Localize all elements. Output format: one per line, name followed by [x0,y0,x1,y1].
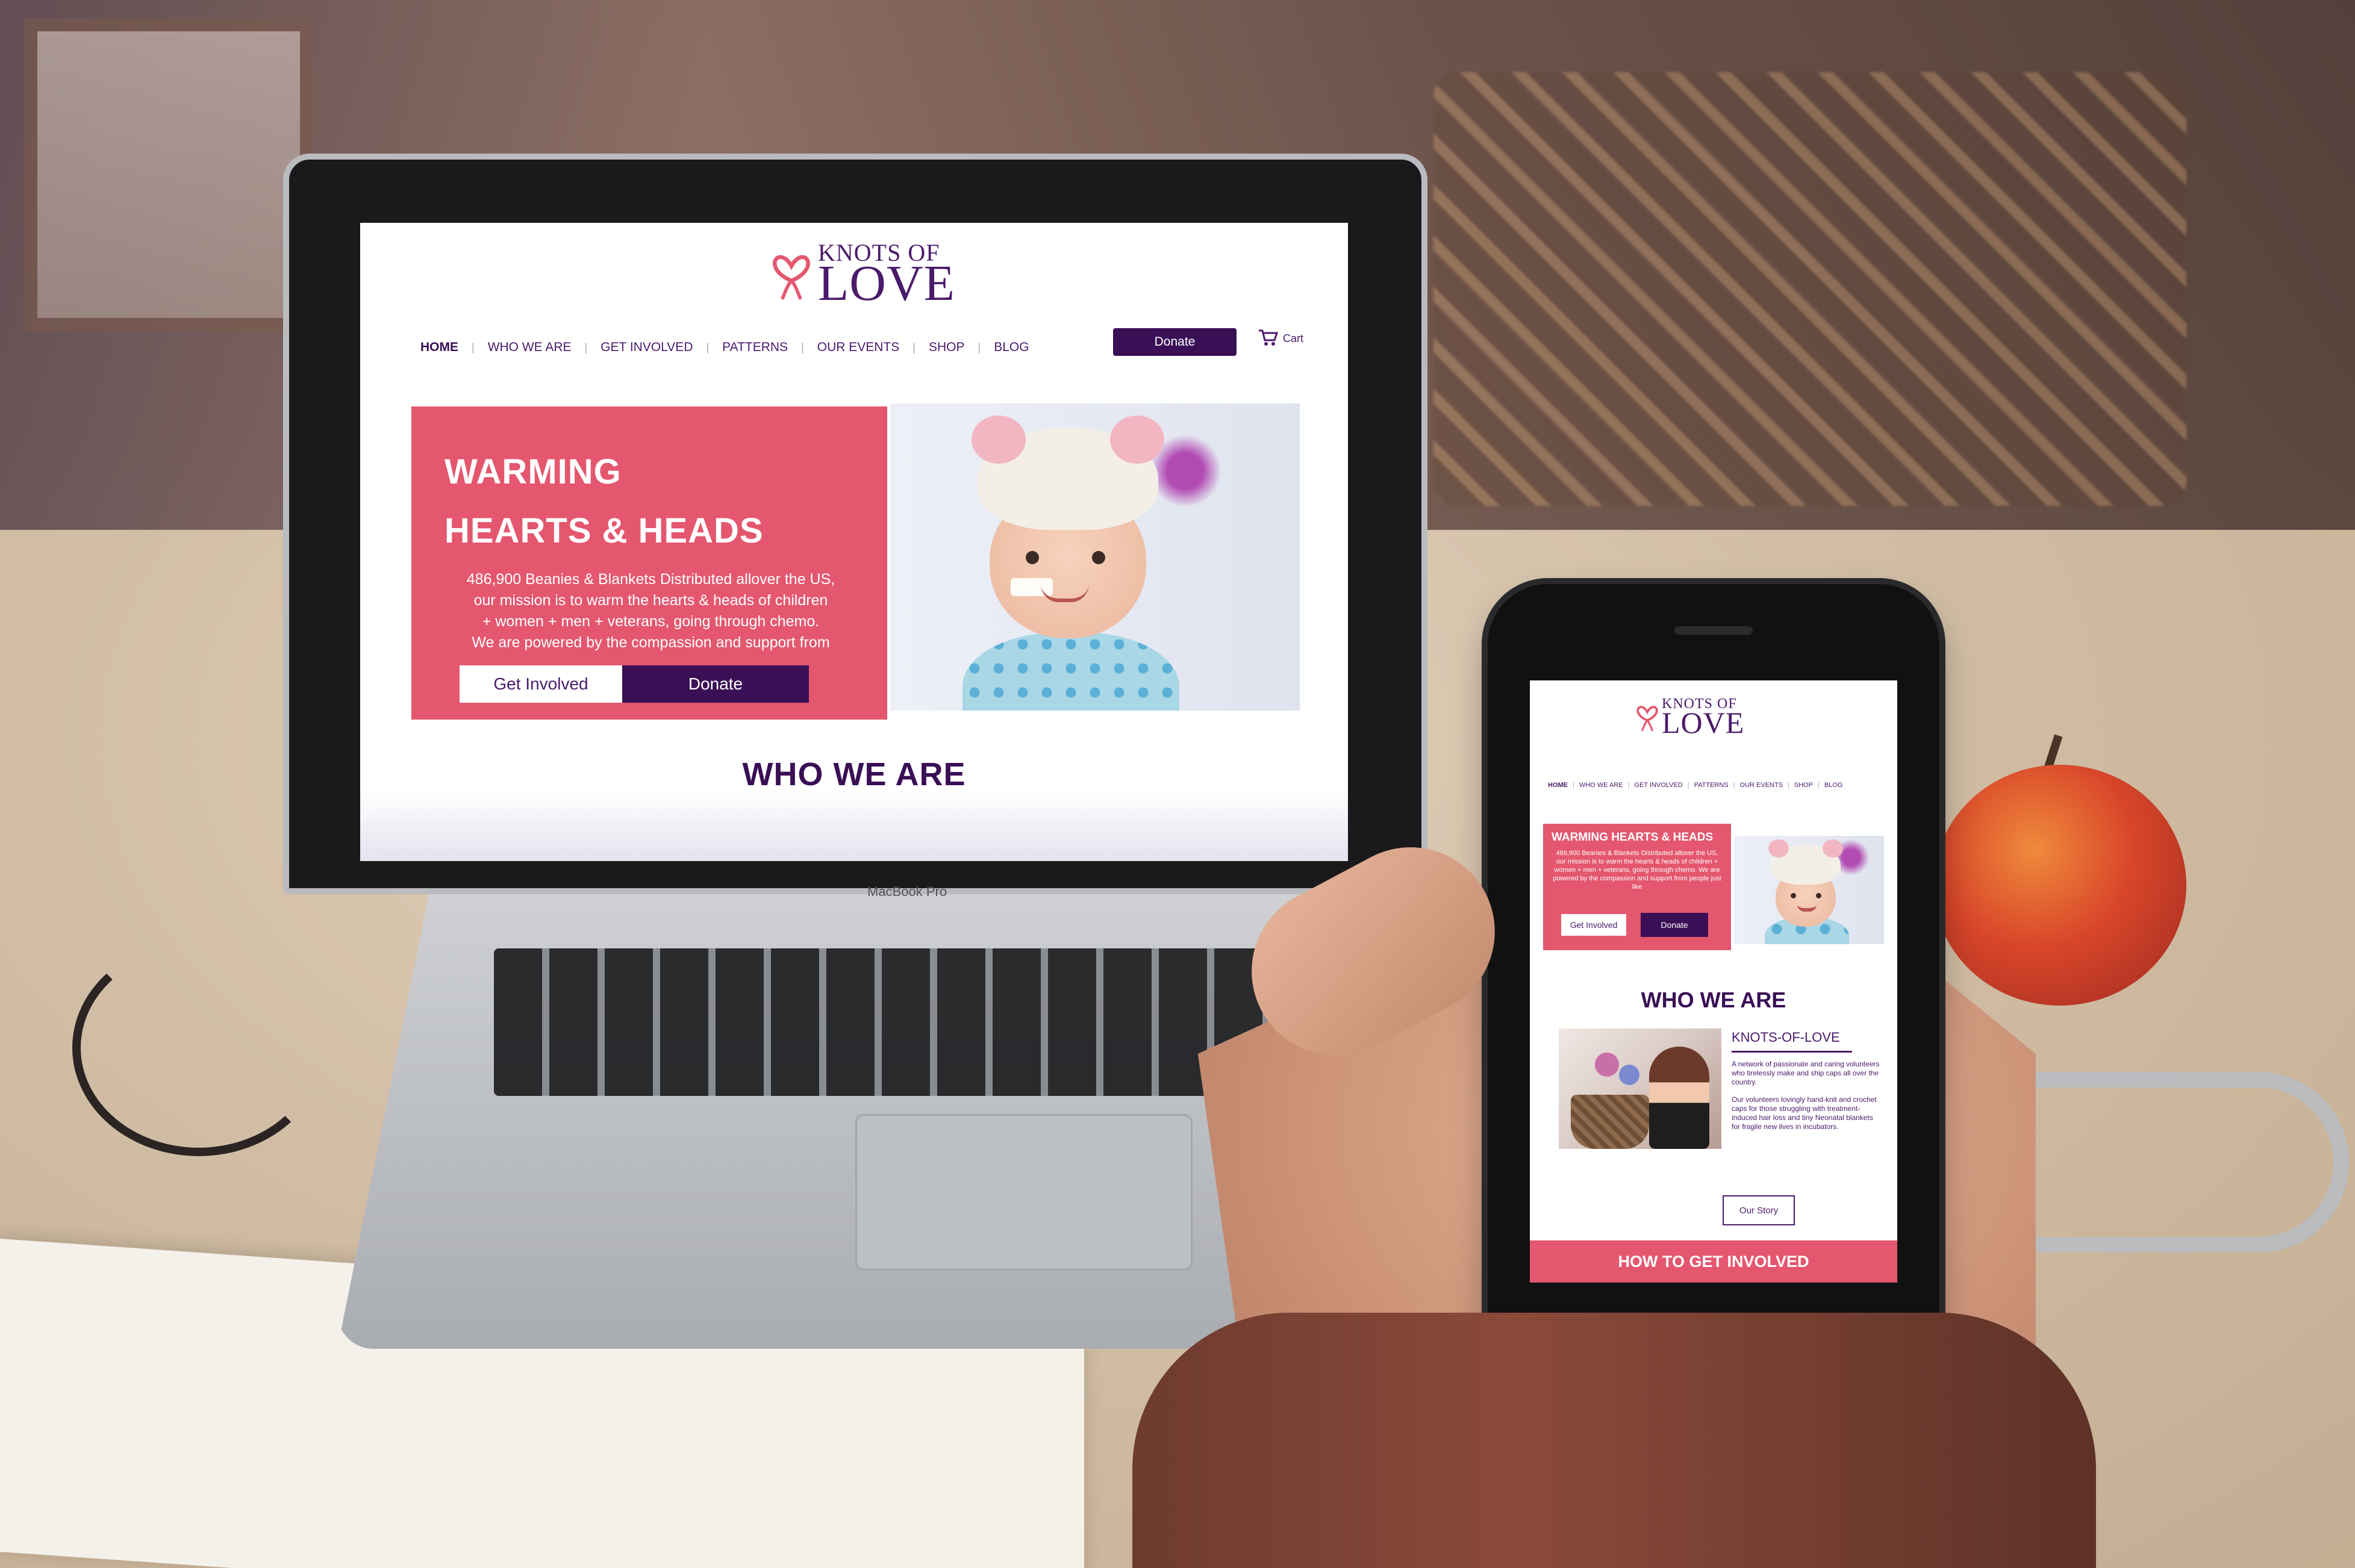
knots-of-love-description: A network of passionate and caring volun… [1732,1060,1883,1131]
phone-speaker [1674,626,1753,635]
laptop-brand-label: MacBook Pro [867,884,947,899]
nav-home[interactable]: HOME [420,340,458,355]
phone-hero-description: 486,900 Beanies & Blankets Distributed a… [1553,850,1721,891]
nav-separator: | [1573,782,1574,789]
phone-hero-child-photo [1735,836,1884,944]
description-paragraph-2: Our volunteers lovingly hand-knit and cr… [1732,1095,1877,1131]
cart-link[interactable]: Cart [1258,328,1303,349]
beanie-pompom-left [972,415,1026,464]
yarn-basket [1571,1095,1649,1149]
yarn-ball [1595,1053,1619,1077]
phone-logo-line-2: LOVE [1662,705,1745,739]
laptop-cable [72,939,325,1156]
phone-nav-get-involved[interactable]: GET INVOLVED [1634,782,1682,789]
beanie-pompom-right [1110,415,1164,464]
nav-separator: | [1733,782,1735,789]
phone-nav-home[interactable]: HOME [1548,782,1568,789]
nav-separator: | [1788,782,1789,789]
phone-nav-our-events[interactable]: OUR EVENTS [1740,782,1783,789]
header-donate-button[interactable]: Donate [1113,328,1237,356]
phone-nav-who-we-are[interactable]: WHO WE ARE [1579,782,1623,789]
child-eye-right [1816,893,1821,898]
nav-our-events[interactable]: OUR EVENTS [817,340,900,355]
our-story-button[interactable]: Our Story [1723,1195,1795,1225]
hero-title-line-1: WARMING [444,452,622,491]
volunteer-photo [1559,1028,1721,1149]
nav-blog[interactable]: BLOG [994,340,1029,355]
hero-title: WARMING HEARTS & HEADS [444,443,857,561]
nav-separator: | [1687,782,1689,789]
phone-nav-blog[interactable]: BLOG [1824,782,1843,789]
subheading-underline [1732,1051,1852,1053]
child-eye-left [1791,893,1796,898]
child-eye-right [1092,551,1105,564]
phone-nav-patterns[interactable]: PATTERNS [1694,782,1729,789]
child-shirt [962,632,1179,711]
nav-separator: | [1627,782,1630,789]
hero-text-line-2: our mission is to warm the hearts & head… [473,592,828,609]
beanie-pompom-right [1823,839,1843,857]
phone-who-we-are-heading: WHO WE ARE [1641,988,1786,1012]
nav-separator: | [1818,782,1820,789]
heart-ribbon-icon [1635,702,1659,732]
logo-line-2: LOVE [818,255,955,311]
nav-get-involved[interactable]: GET INVOLVED [600,340,693,355]
nav-separator: | [801,341,804,353]
get-involved-button[interactable]: Get Involved [460,665,622,703]
phone-nav: HOME | WHO WE ARE | GET INVOLVED | PATTE… [1548,782,1843,789]
how-to-get-involved-banner: HOW TO GET INVOLVED [1530,1240,1897,1283]
phone-hero-banner: WARMING HEARTS & HEADS 486,900 Beanies &… [1543,824,1731,950]
hero-text-line-3: + women + men + veterans, going through … [482,613,820,630]
hero-title-line-2: HEARTS & HEADS [444,511,764,550]
hero-donate-button[interactable]: Donate [622,665,809,703]
cart-label: Cart [1283,332,1304,344]
nav-separator: | [912,341,915,353]
background-window [24,18,313,331]
beanie-pompom-left [1768,839,1789,857]
phone-site-logo[interactable]: KNOTS OF LOVE [1635,697,1745,739]
hero-text-line-4: We are powered by the compassion and sup… [472,634,830,651]
who-we-are-heading: WHO WE ARE [742,756,966,792]
volunteer-person [1649,1047,1709,1149]
laptop-website: KNOTS OF LOVE HOME | WHO WE ARE | GET IN… [360,223,1348,861]
nav-shop[interactable]: SHOP [929,340,965,355]
phone-hero-buttons: Get Involved Donate [1560,913,1708,937]
nav-separator: | [706,341,710,353]
nav-separator: | [472,341,475,353]
hero-text-line-1: 486,900 Beanies & Blankets Distributed a… [466,571,835,588]
cart-icon [1258,328,1279,349]
phone-donate-button[interactable]: Donate [1641,913,1708,937]
phone-website: KNOTS OF LOVE HOME | WHO WE ARE | GET IN… [1530,680,1897,1283]
main-nav: HOME | WHO WE ARE | GET INVOLVED | PATTE… [420,340,1029,355]
laptop-trackpad [855,1114,1193,1271]
hero-banner: WARMING HEARTS & HEADS 486,900 Beanies &… [411,406,887,720]
phone-nav-shop[interactable]: SHOP [1794,782,1813,789]
heart-ribbon-icon [770,247,813,300]
phone-logo-wordmark: KNOTS OF LOVE [1662,697,1745,739]
sleeve [1132,1313,2096,1568]
nav-separator: | [584,341,588,353]
background-shelf [1433,72,2186,506]
child-eye-left [1026,551,1039,564]
yarn-ball [1619,1065,1639,1085]
nav-separator: | [978,341,981,353]
hero-description: 486,900 Beanies & Blankets Distributed a… [444,569,857,653]
hero-child-photo [890,403,1300,711]
nav-patterns[interactable]: PATTERNS [722,340,788,355]
description-paragraph-1: A network of passionate and caring volun… [1732,1060,1880,1086]
phone-get-involved-button[interactable]: Get Involved [1560,913,1627,937]
hero-buttons: Get Involved Donate [460,665,809,703]
site-logo[interactable]: KNOTS OF LOVE [770,241,987,311]
apple [1933,765,2186,1006]
phone-hero-title: WARMING HEARTS & HEADS [1552,831,1714,844]
logo-wordmark: KNOTS OF LOVE [818,241,955,311]
nav-who-we-are[interactable]: WHO WE ARE [488,340,572,355]
knots-of-love-subheading: KNOTS-OF-LOVE [1732,1030,1840,1045]
